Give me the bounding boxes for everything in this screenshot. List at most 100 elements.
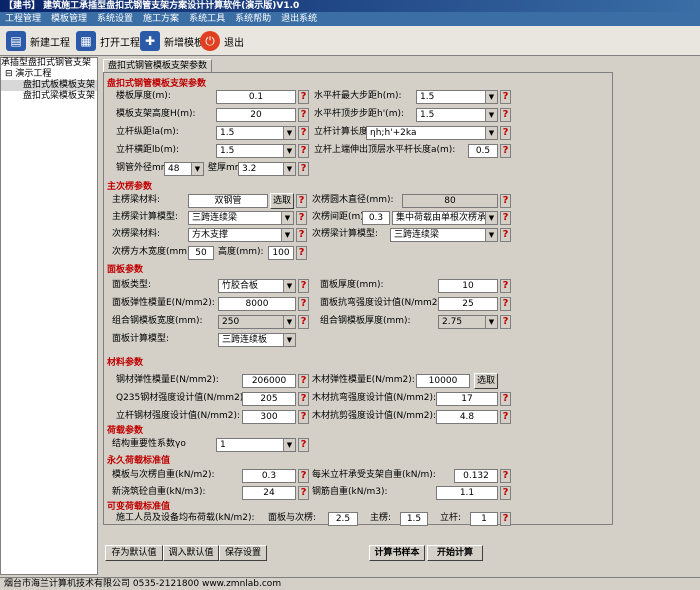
- wood-fm-input[interactable]: 17: [436, 392, 498, 406]
- add-template-button[interactable]: ✚ 新增模板: [140, 29, 204, 53]
- g-conc-help-icon[interactable]: ?: [298, 486, 309, 500]
- steel-E-input[interactable]: 206000: [242, 374, 296, 388]
- g-form-input[interactable]: 0.3: [242, 469, 296, 483]
- htop-select[interactable]: 1.5 ▼: [416, 108, 498, 122]
- sec-space-help-icon[interactable]: ?: [500, 211, 511, 225]
- q-live-help-icon[interactable]: ?: [500, 512, 511, 526]
- q235-input[interactable]: 205: [242, 392, 296, 406]
- new-project-button[interactable]: ▤ 新建工程: [6, 29, 70, 53]
- lb-help-icon[interactable]: ?: [298, 144, 309, 158]
- panel-type-select[interactable]: 竹胶合板 ▼: [218, 279, 296, 293]
- label-g-form: 模板与次楞自重(kN/m2):: [112, 470, 215, 480]
- steel-t-select[interactable]: 2.75 ▼: [438, 315, 498, 329]
- menu-plan[interactable]: 施工方案: [138, 12, 184, 26]
- wall-select[interactable]: 3.2 ▼: [238, 162, 296, 176]
- panel-thick-input[interactable]: 10: [438, 279, 498, 293]
- g-form-help-icon[interactable]: ?: [298, 469, 309, 483]
- htop-help-icon[interactable]: ?: [500, 108, 511, 122]
- sec-model-help-icon[interactable]: ?: [500, 228, 511, 242]
- pole-q-help-icon[interactable]: ?: [298, 410, 309, 424]
- tree-root[interactable]: 承插型盘扣式钢管支架: [1, 58, 97, 69]
- sec-space-input[interactable]: 0.3: [362, 211, 390, 225]
- la-select[interactable]: 1.5 ▼: [216, 126, 296, 140]
- wood-fm-help-icon[interactable]: ?: [500, 392, 511, 406]
- menu-exit[interactable]: 退出系统: [276, 12, 322, 26]
- q-panel-input[interactable]: 2.5: [328, 512, 358, 526]
- height-input[interactable]: 20: [216, 108, 296, 122]
- sec-w-input[interactable]: 50: [188, 246, 214, 260]
- main-mat-select-button[interactable]: 选取: [270, 193, 294, 209]
- sec-model-select[interactable]: 三跨连续梁 ▼: [390, 228, 498, 242]
- g-pole-help-icon[interactable]: ?: [500, 469, 511, 483]
- panel-type-help-icon[interactable]: ?: [298, 279, 309, 293]
- slab-thick-help-icon[interactable]: ?: [298, 90, 309, 104]
- q-main-input[interactable]: 1.5: [400, 512, 428, 526]
- save-default-button[interactable]: 存为默认值: [105, 545, 163, 561]
- top-ext-input[interactable]: 0.5: [468, 144, 498, 158]
- sec-mat-select[interactable]: 方木支撑 ▼: [188, 228, 294, 242]
- exit-button[interactable]: ⏻ 退出: [200, 29, 244, 53]
- sec-size-help-icon[interactable]: ?: [296, 246, 307, 260]
- steel-w-select[interactable]: 250 ▼: [218, 315, 296, 329]
- menu-help[interactable]: 系统帮助: [230, 12, 276, 26]
- height-help-icon[interactable]: ?: [298, 108, 309, 122]
- wood-select-button[interactable]: 选取: [474, 373, 498, 389]
- panel-fm-input[interactable]: 25: [438, 297, 498, 311]
- g-pole-input[interactable]: 0.132: [454, 469, 498, 483]
- start-calc-button[interactable]: 开始计算: [427, 545, 483, 561]
- pole-q-input[interactable]: 300: [242, 410, 296, 424]
- g-rebar-help-icon[interactable]: ?: [500, 486, 511, 500]
- calc-len-help-icon[interactable]: ?: [500, 126, 511, 140]
- sec-load-select[interactable]: 集中荷载由单根次楞承担 ▼: [392, 211, 498, 225]
- panel-E-help-icon[interactable]: ?: [298, 297, 309, 311]
- load-default-button[interactable]: 调入默认值: [163, 545, 219, 561]
- panel-model-select[interactable]: 三跨连续板 ▼: [218, 333, 296, 347]
- gamma-select[interactable]: 1 ▼: [216, 438, 296, 452]
- tab-parameters[interactable]: 盘扣式钢管模板支架参数: [103, 59, 213, 73]
- q235-help-icon[interactable]: ?: [298, 392, 309, 406]
- sec-dia-input[interactable]: 80: [402, 194, 498, 208]
- panel-fm-help-icon[interactable]: ?: [500, 297, 511, 311]
- menu-project[interactable]: 工程管理: [0, 12, 46, 26]
- main-model-select[interactable]: 三跨连续梁 ▼: [188, 211, 294, 225]
- main-mat-input[interactable]: 双钢管: [188, 194, 268, 208]
- main-mat-help-icon[interactable]: ?: [296, 194, 307, 208]
- sec-mat-help-icon[interactable]: ?: [296, 228, 307, 242]
- q-pole-input[interactable]: 1: [470, 512, 498, 526]
- hmax-help-icon[interactable]: ?: [500, 90, 511, 104]
- menu-template[interactable]: 模板管理: [46, 12, 92, 26]
- hmax-select[interactable]: 1.5 ▼: [416, 90, 498, 104]
- wall-help-icon[interactable]: ?: [298, 162, 309, 176]
- panel-thick-help-icon[interactable]: ?: [500, 279, 511, 293]
- la-help-icon[interactable]: ?: [298, 126, 309, 140]
- menu-tools[interactable]: 系统工具: [184, 12, 230, 26]
- tree-item-beam[interactable]: 盘扣式梁模板支架: [1, 91, 97, 102]
- g-rebar-input[interactable]: 1.1: [436, 486, 498, 500]
- save-settings-button[interactable]: 保存设置: [219, 545, 267, 561]
- tree-item-slab[interactable]: 盘扣式板模板支架: [1, 80, 97, 91]
- label-sec-h: 高度(mm):: [218, 247, 264, 257]
- menu-settings[interactable]: 系统设置: [92, 12, 138, 26]
- slab-thick-input[interactable]: 0.1: [216, 90, 296, 104]
- top-ext-help-icon[interactable]: ?: [500, 144, 511, 158]
- wood-fv-help-icon[interactable]: ?: [500, 410, 511, 424]
- gamma-help-icon[interactable]: ?: [298, 438, 309, 452]
- pipe-select[interactable]: 48 ▼: [164, 162, 204, 176]
- steel-E-help-icon[interactable]: ?: [298, 374, 309, 388]
- label-pole-q: 立杆钢材强度设计值(N/mm2):: [116, 411, 241, 421]
- chevron-down-icon: ▼: [281, 212, 293, 224]
- open-project-button[interactable]: ▦ 打开工程: [76, 29, 140, 53]
- steel-w-help-icon[interactable]: ?: [298, 315, 309, 329]
- lb-select[interactable]: 1.5 ▼: [216, 144, 296, 158]
- sec-h-input[interactable]: 100: [268, 246, 294, 260]
- main-model-help-icon[interactable]: ?: [296, 211, 307, 225]
- sample-report-button[interactable]: 计算书样本: [369, 545, 425, 561]
- tree-project[interactable]: ⊟ 演示工程: [1, 69, 97, 80]
- panel-E-input[interactable]: 8000: [218, 297, 296, 311]
- sec-dia-help-icon[interactable]: ?: [500, 194, 511, 208]
- steel-t-help-icon[interactable]: ?: [500, 315, 511, 329]
- calc-len-select[interactable]: ηh;h'+2ka ▼: [366, 126, 498, 140]
- wood-E-input[interactable]: 10000: [416, 374, 470, 388]
- g-conc-input[interactable]: 24: [242, 486, 296, 500]
- wood-fv-input[interactable]: 4.8: [436, 410, 498, 424]
